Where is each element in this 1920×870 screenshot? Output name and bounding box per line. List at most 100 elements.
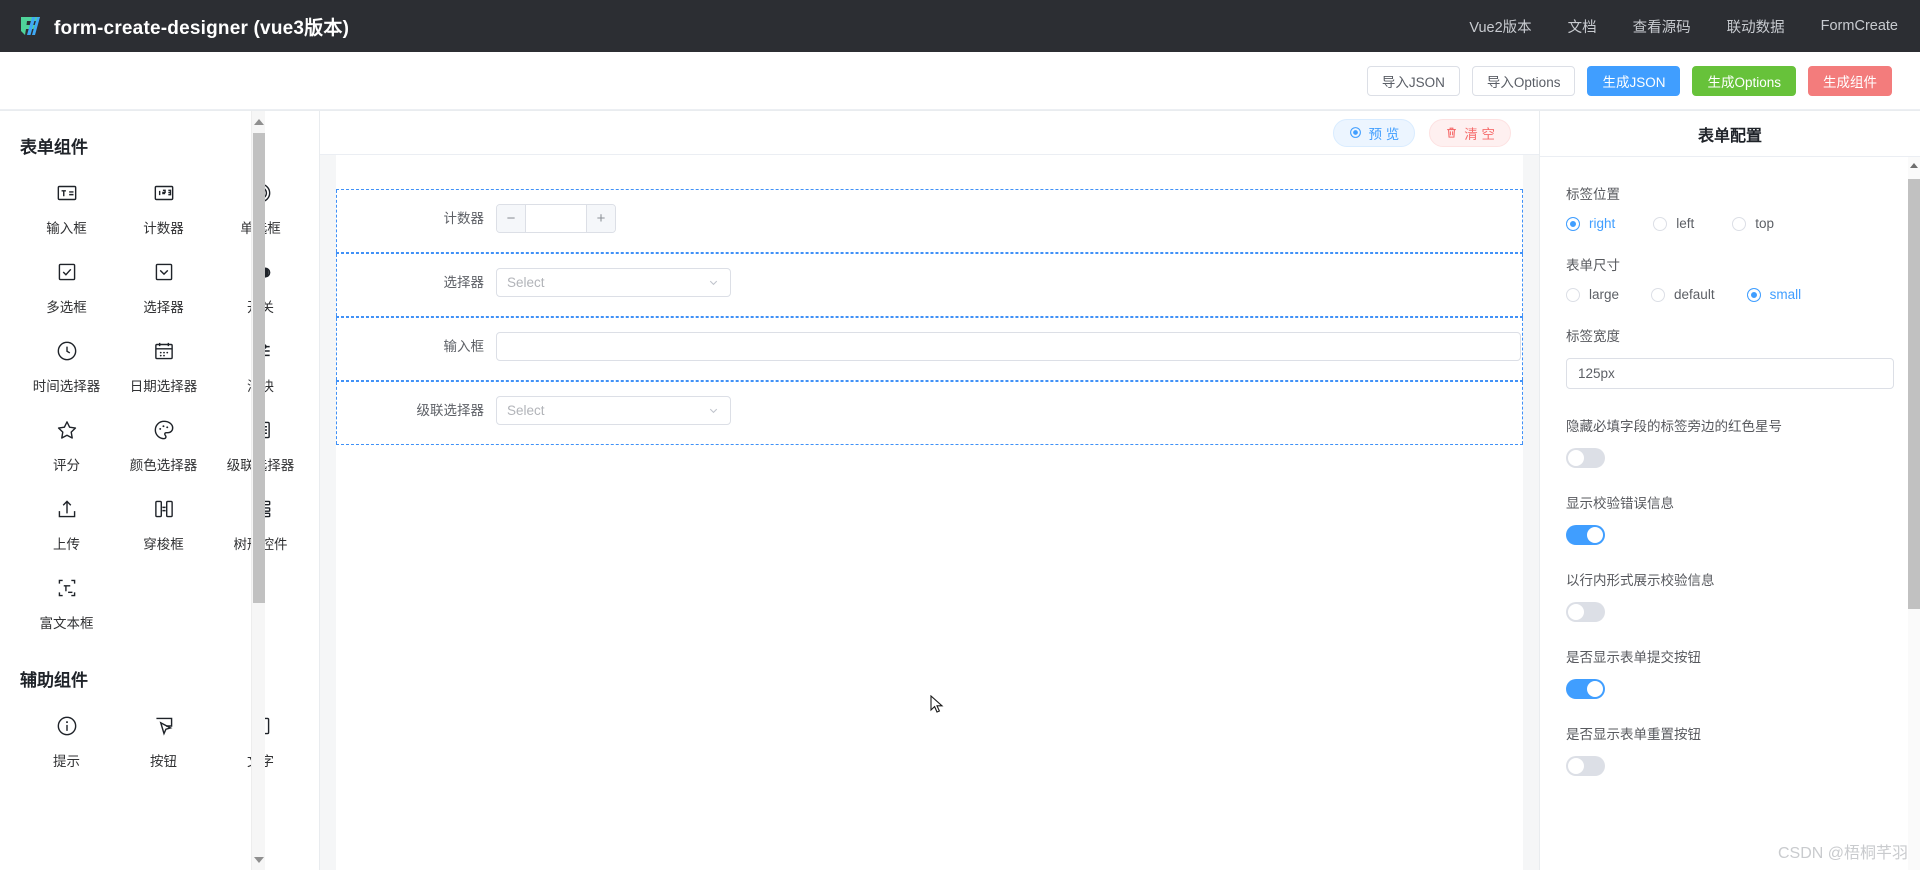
radio-label: top <box>1755 216 1775 231</box>
number-decrement-button[interactable]: − <box>497 205 526 232</box>
palette-item-label: 评分 <box>53 458 80 473</box>
generate-component-button[interactable]: 生成组件 <box>1808 65 1892 96</box>
generate-json-button[interactable]: 生成JSON <box>1587 65 1681 96</box>
label-position-radios: right left top <box>1566 216 1894 231</box>
nav-link-vue2[interactable]: Vue2版本 <box>1469 16 1531 37</box>
form-size-option-large[interactable]: large <box>1566 287 1619 302</box>
inline-message-switch[interactable] <box>1566 602 1605 622</box>
show-submit-button-label: 是否显示表单提交按钮 <box>1566 650 1701 665</box>
nav-link-formcreate[interactable]: FormCreate <box>1821 18 1898 34</box>
form-size-option-default[interactable]: default <box>1651 287 1715 302</box>
palette-item-label: 颜色选择器 <box>129 458 198 473</box>
number-value-field[interactable] <box>526 205 586 232</box>
label-position-option-left[interactable]: left <box>1653 216 1694 231</box>
form-size-option-small[interactable]: small <box>1746 287 1802 302</box>
radio-label: small <box>1769 287 1802 302</box>
palette-item-color-picker[interactable]: 颜色选择器 <box>115 405 212 480</box>
switch-knob <box>1587 527 1603 543</box>
field-label: 输入框 <box>443 339 485 354</box>
canvas-toolbar: 预 览 清 空 <box>320 111 1539 155</box>
show-reset-button-group: 是否显示表单重置按钮 <box>1566 723 1894 776</box>
app-title: form-create-designer (vue3版本) <box>54 17 350 39</box>
number-input[interactable]: − + <box>496 204 616 233</box>
scroll-up-arrow-icon[interactable] <box>254 119 264 125</box>
component-palette: 表单组件 输入框 计数器 多选框 选择器 时间选择器 日期选择器 评分 颜色选择… <box>0 111 320 870</box>
import-options-button[interactable]: 导入Options <box>1471 65 1576 96</box>
radio-label: default <box>1674 287 1715 302</box>
palette-item-transfer[interactable]: 穿梭框 <box>115 484 212 559</box>
palette-item-checkbox[interactable]: 多选框 <box>18 247 115 322</box>
canvas-field-number[interactable]: 计数器 − + <box>336 189 1523 253</box>
palette-scrollbar[interactable] <box>251 111 265 870</box>
label-position-label: 标签位置 <box>1566 187 1620 202</box>
clear-button[interactable]: 清 空 <box>1429 118 1511 147</box>
palette-item-label: 选择器 <box>143 300 184 315</box>
hide-required-asterisk-switch[interactable] <box>1566 448 1605 468</box>
upload-icon <box>58 500 75 518</box>
nav-link-source[interactable]: 查看源码 <box>1633 16 1691 37</box>
palette-item-date-picker[interactable]: 日期选择器 <box>115 326 212 401</box>
palette-item-rate[interactable]: 评分 <box>18 405 115 480</box>
field-label: 计数器 <box>443 211 485 226</box>
radio-dot-icon <box>1566 287 1580 302</box>
import-json-button[interactable]: 导入JSON <box>1366 65 1460 96</box>
field-control: − + <box>496 204 1523 233</box>
radio-label: right <box>1589 216 1616 231</box>
nav-link-docs[interactable]: 文档 <box>1568 16 1597 37</box>
show-validate-message-group: 显示校验错误信息 <box>1566 492 1894 545</box>
switch-knob <box>1568 450 1584 466</box>
palette-scrollbar-thumb[interactable] <box>253 133 265 603</box>
radio-label: large <box>1589 287 1620 302</box>
formcreate-logo-icon <box>21 17 40 35</box>
nav-link-linkage-data[interactable]: 联动数据 <box>1727 16 1785 37</box>
main-area: 表单组件 输入框 计数器 多选框 选择器 时间选择器 日期选择器 评分 颜色选择… <box>0 110 1920 870</box>
palette-item-label: 提示 <box>53 754 80 769</box>
palette-item-input[interactable]: 输入框 <box>18 168 115 243</box>
top-nav: Vue2版本 文档 查看源码 联动数据 FormCreate <box>1469 16 1898 37</box>
scroll-down-arrow-icon[interactable] <box>254 857 264 863</box>
show-reset-button-switch[interactable] <box>1566 756 1605 776</box>
config-scrollbar-thumb[interactable] <box>1908 179 1920 609</box>
generate-options-button[interactable]: 生成Options <box>1692 65 1796 96</box>
form-size-radios: large default small <box>1566 287 1894 302</box>
palette-item-rich-text[interactable]: 富文本框 <box>18 563 115 638</box>
designer-canvas-pane: 预 览 清 空 计数器 − + 选择器 Select 输入框 级联选择器 Sel… <box>320 111 1540 870</box>
label-position-option-right[interactable]: right <box>1566 216 1615 231</box>
scroll-up-arrow-icon[interactable] <box>1910 163 1918 168</box>
eye-icon <box>1350 127 1362 138</box>
show-submit-button-switch[interactable] <box>1566 679 1605 699</box>
aux-components-grid: 提示 按钮 文字 <box>18 701 309 776</box>
form-config-pane: 表单配置 标签位置 right left top 表单尺寸 large defa… <box>1540 111 1920 870</box>
form-canvas[interactable]: 计数器 − + 选择器 Select 输入框 级联选择器 Select <box>336 155 1523 870</box>
checkbox-check-icon <box>58 263 75 281</box>
select-input[interactable]: Select <box>496 268 731 297</box>
palette-item-time-picker[interactable]: 时间选择器 <box>18 326 115 401</box>
color-palette-icon <box>154 420 173 440</box>
switch-knob <box>1587 681 1603 697</box>
label-position-option-top[interactable]: top <box>1732 216 1774 231</box>
cascader-input[interactable]: Select <box>496 396 731 425</box>
show-reset-button-label: 是否显示表单重置按钮 <box>1566 727 1701 742</box>
calendar-icon <box>154 342 173 360</box>
text-input[interactable] <box>496 332 1521 361</box>
show-validate-message-switch[interactable] <box>1566 525 1605 545</box>
label-width-input[interactable] <box>1566 358 1894 389</box>
palette-item-tooltip[interactable]: 提示 <box>18 701 115 776</box>
preview-button[interactable]: 预 览 <box>1333 118 1416 147</box>
canvas-background: 计数器 − + 选择器 Select 输入框 级联选择器 Select <box>320 155 1539 870</box>
palette-item-select[interactable]: 选择器 <box>115 247 212 322</box>
number-increment-button[interactable]: + <box>586 205 615 232</box>
config-scrollbar[interactable] <box>1908 157 1920 870</box>
canvas-field-input[interactable]: 输入框 <box>336 317 1523 381</box>
palette-item-button[interactable]: 按钮 <box>115 701 212 776</box>
palette-item-number[interactable]: 计数器 <box>115 168 212 243</box>
canvas-field-cascader[interactable]: 级联选择器 Select <box>336 381 1523 445</box>
palette-scroll-content: 表单组件 输入框 计数器 多选框 选择器 时间选择器 日期选择器 评分 颜色选择… <box>0 111 319 870</box>
radio-dot-icon <box>1566 216 1580 231</box>
palette-item-label: 输入框 <box>46 221 87 236</box>
palette-item-upload[interactable]: 上传 <box>18 484 115 559</box>
palette-form-section-title: 表单组件 <box>20 138 88 157</box>
palette-item-label: 多选框 <box>46 300 87 315</box>
canvas-field-select[interactable]: 选择器 Select <box>336 253 1523 317</box>
palette-item-label: 按钮 <box>150 754 177 769</box>
